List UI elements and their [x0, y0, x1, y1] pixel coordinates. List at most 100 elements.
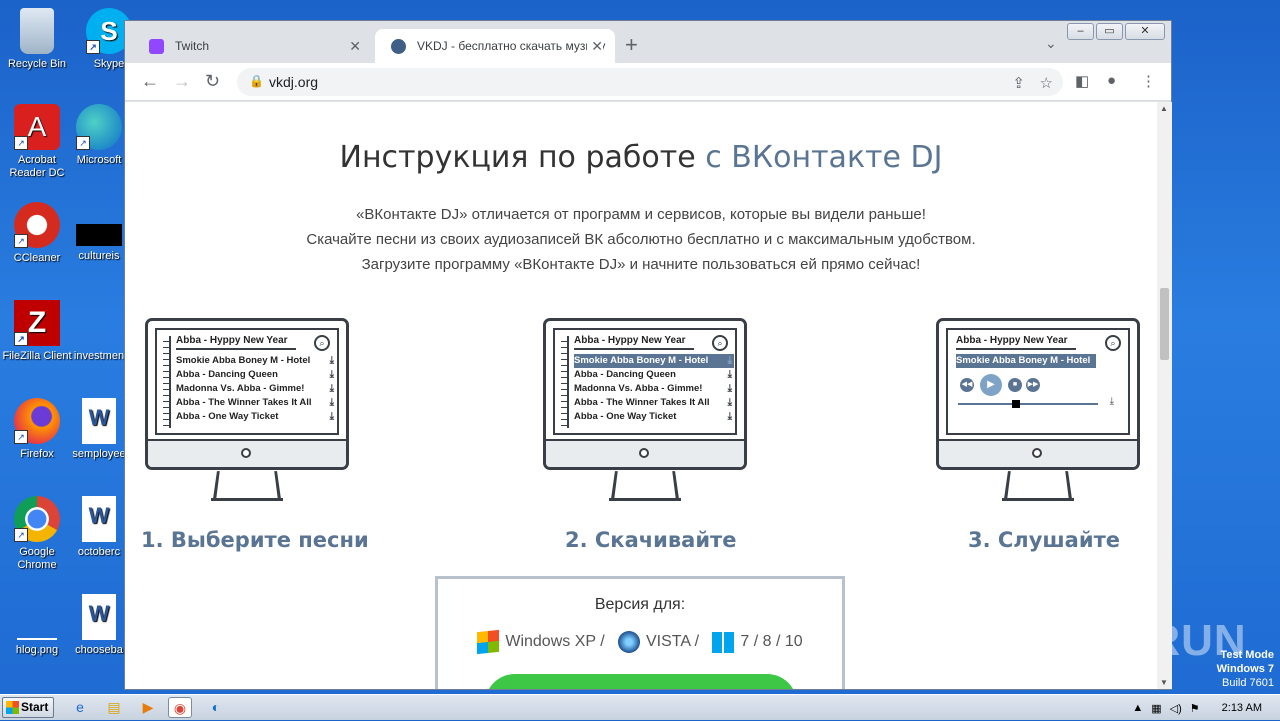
notebook-spine — [561, 336, 569, 428]
desktop-icon-label: chooseba — [75, 644, 123, 656]
share-icon[interactable]: ⇪ — [1012, 74, 1025, 92]
monitor-base — [609, 498, 681, 501]
maximize-button[interactable]: ▭ — [1096, 23, 1123, 40]
window-controls: – ▭ ✕ — [1067, 23, 1165, 40]
file-explorer-icon[interactable]: ▤ — [102, 697, 126, 718]
download-icon: ⤓ — [329, 355, 334, 366]
edge-taskbar-icon[interactable]: ◐ — [204, 697, 228, 718]
version-box: Версия для: Windows XP / VISTA / 7 / 8 /… — [435, 576, 845, 689]
power-dot — [1032, 448, 1042, 458]
side-panel-icon[interactable]: ◧ — [1075, 72, 1089, 90]
clock[interactable]: 2:13 AM — [1222, 702, 1262, 714]
url-text[interactable]: vkdj.org — [269, 74, 318, 90]
volume-icon[interactable]: ◁) — [1170, 702, 1182, 715]
windows-version-line: Windows 7 — [1216, 663, 1274, 675]
start-label: Start — [21, 700, 49, 714]
download-icon: ⤓ — [329, 411, 334, 422]
desktop-icon-recycle-bin[interactable]: Recycle Bin — [0, 8, 74, 71]
download-button[interactable] — [485, 674, 797, 689]
title-main: Инструкция по работе — [339, 140, 706, 175]
vkdj-icon — [391, 39, 406, 54]
close-tab-icon[interactable]: ✕ — [349, 29, 361, 63]
intro-line: Загрузите программу «ВКонтакте DJ» и нач… — [361, 256, 921, 273]
back-arrow-icon[interactable]: ← — [141, 71, 159, 91]
monitor-screen: Abba - Hyppy New Year ⌕ Smokie Abba Bone… — [936, 318, 1140, 470]
show-hidden-icons-icon[interactable]: ▲ — [1132, 702, 1143, 714]
page-scrollbar[interactable]: ▲ ▼ — [1157, 102, 1172, 689]
monitor-base — [211, 498, 283, 501]
download-icon: ⤓ — [329, 383, 334, 394]
close-tab-icon[interactable]: ✕ — [587, 29, 603, 63]
twitch-icon — [149, 39, 164, 54]
step-label: 1. Выберите песни — [141, 528, 369, 552]
lock-icon[interactable]: 🔒 — [249, 74, 264, 88]
os-win7810: 7 / 8 / 10 — [740, 633, 803, 651]
word-document-icon: W — [82, 398, 116, 444]
track-item: Madonna Vs. Abba - Gimme! ⤓ — [176, 382, 336, 396]
action-center-flag-icon[interactable]: ⚑ — [1190, 702, 1200, 715]
start-button[interactable]: Start — [2, 697, 54, 718]
track-list: Smokie Abba Boney M - Hotel — [956, 354, 1096, 368]
track-item: Abba - One Way Ticket ⤓ — [176, 410, 336, 424]
menu-kebab-icon[interactable]: ⋮ — [1141, 72, 1156, 90]
windows-flag-icon — [6, 701, 19, 714]
search-icon: ⌕ — [314, 335, 330, 351]
track-title: Abba - One Way Ticket — [176, 411, 279, 422]
ccleaner-icon: ↗ — [14, 202, 60, 248]
track-title: Smokie Abba Boney M - Hotel — [574, 355, 709, 366]
media-player-icon[interactable]: ▶ — [136, 697, 160, 718]
track-item: Abba - Dancing Queen ⤓ — [176, 368, 336, 382]
track-item: Abba - The Winner Takes It All ⤓ — [176, 396, 336, 410]
track-list: Smokie Abba Boney M - Hotel ⤓ Abba - Danc… — [574, 354, 734, 424]
address-bar[interactable]: 🔒 vkdj.org ⇪ ☆ — [237, 68, 1063, 96]
profile-avatar-icon[interactable]: ● — [1107, 72, 1116, 89]
chrome-taskbar-icon[interactable]: ◉ — [168, 697, 192, 718]
track-item: Abba - The Winner Takes It All ⤓ — [574, 396, 734, 410]
internet-explorer-icon[interactable]: e — [68, 697, 92, 718]
acrobat-icon: A ↗ — [14, 104, 60, 150]
bookmark-star-icon[interactable]: ☆ — [1040, 74, 1053, 92]
notebook-spine — [163, 336, 171, 428]
scroll-down-icon[interactable]: ▼ — [1160, 678, 1168, 687]
track-title: Smokie Abba Boney M - Hotel — [176, 355, 311, 366]
tab-twitch[interactable]: Twitch ✕ — [133, 29, 373, 63]
network-icon[interactable]: ▦ — [1151, 702, 1161, 715]
track-title: Madonna Vs. Abba - Gimme! — [574, 383, 703, 394]
intro-text: «ВКонтакте DJ» отличается от программ и … — [125, 202, 1157, 277]
tab-search-chevron-icon[interactable]: ⌄ — [1045, 35, 1057, 52]
forward-arrow-icon[interactable]: → — [173, 71, 191, 91]
stop-icon: ■ — [1008, 378, 1022, 392]
desktop-icon-label: Google Chrome — [17, 546, 57, 571]
filezilla-icon: Z ↗ — [14, 300, 60, 346]
playlist-window: Abba - Hyppy New Year ⌕ Smokie Abba Bone… — [553, 328, 737, 435]
desktop-icon-label: hlog.png — [15, 644, 59, 656]
power-dot — [639, 448, 649, 458]
search-icon: ⌕ — [712, 335, 728, 351]
power-dot — [241, 448, 251, 458]
chrome-icon: ↗ — [14, 496, 60, 542]
monitor-illustration: Abba - Hyppy New Year ⌕ Smokie Abba Bone… — [543, 318, 747, 503]
desktop-icon-label: Skype — [93, 58, 125, 70]
track-item: Madonna Vs. Abba - Gimme! ⤓ — [574, 382, 734, 396]
download-icon: ⤓ — [1109, 396, 1114, 407]
system-tray: ▲ ▦ ◁) ⚑ 2:13 AM — [1132, 695, 1280, 721]
desktop-icon-label: CCleaner — [13, 252, 61, 264]
reload-icon[interactable]: ↻ — [205, 71, 220, 91]
download-icon: ⤓ — [329, 369, 334, 380]
scrollbar-thumb[interactable] — [1160, 288, 1169, 360]
desktop-icon-label: Acrobat Reader DC — [9, 154, 65, 179]
page-viewport: Инструкция по работе с ВКонтакте DJ «ВКо… — [125, 102, 1157, 689]
os-xp: Windows XP / — [505, 633, 605, 651]
new-tab-button[interactable]: + — [625, 33, 638, 57]
scroll-up-icon[interactable]: ▲ — [1160, 104, 1168, 113]
image-file-icon — [17, 594, 57, 640]
build-line: Build 7601 — [1222, 677, 1274, 689]
track-item-selected: Smokie Abba Boney M - Hotel — [956, 354, 1096, 368]
minimize-button[interactable]: – — [1067, 23, 1094, 40]
download-icon: ⤓ — [727, 383, 732, 394]
close-window-button[interactable]: ✕ — [1125, 23, 1165, 40]
monitor-base — [1002, 498, 1074, 501]
monitor-illustration: Abba - Hyppy New Year ⌕ Smokie Abba Bone… — [145, 318, 349, 503]
tab-vkdj[interactable]: VKDJ - бесплатно скачать музыку ✕ — [375, 29, 615, 63]
fast-forward-icon: ▶▶ — [1026, 378, 1040, 392]
